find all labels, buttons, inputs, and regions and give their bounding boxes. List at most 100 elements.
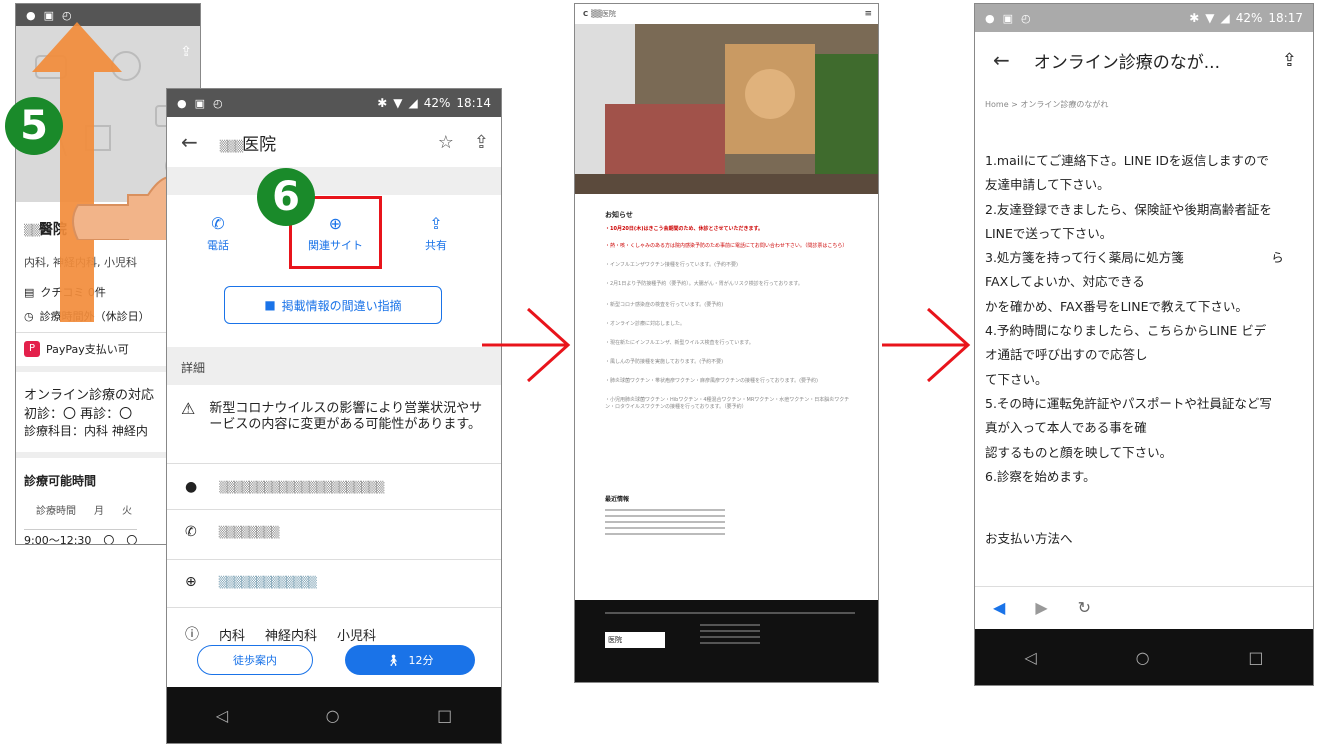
news-item-blurred[interactable]: ・2月1日より予防接種予約（要予約）。大腸がん・胃がんリスク検診を行っております… [605, 281, 855, 288]
tags-row: ⓘ 内科 神経内科 小児科 [185, 624, 376, 644]
site-header: C ▒▒医院 ≡ [575, 4, 878, 24]
hours-title: 診療可能時間 [24, 474, 97, 488]
location-icon: ● [26, 8, 36, 22]
instruction-line: 4.予約時間になりましたら、こちらからLINE ビデ [985, 323, 1267, 339]
action-label: 共有 [425, 239, 447, 252]
recent-item[interactable] [605, 515, 725, 517]
status-bar: ● ▣ ◴ ✱ ▼ ◢ 42% 18:14 [167, 89, 501, 117]
news-item[interactable]: ・10月20日(木)はきこう会期間のため、休診とさせていただきます。 [605, 226, 855, 233]
clock-icon: ◴ [62, 8, 72, 22]
step-5-badge: 5 [5, 97, 63, 155]
bluetooth-icon: ✱ [377, 96, 388, 110]
payment-link[interactable]: お支払い方法へ [985, 528, 1073, 547]
call-action[interactable]: ✆ 電話 [207, 214, 229, 253]
location-icon: ● [985, 11, 995, 25]
nav-back-icon[interactable]: ◁ [1024, 648, 1036, 667]
arrow-right-2 [882, 307, 971, 383]
recent-item[interactable] [605, 509, 725, 511]
walk-time-button[interactable]: 🚶︎ 12分 [345, 645, 475, 675]
website-action[interactable]: ⊕ 関連サイト [299, 214, 372, 253]
news-item[interactable]: ・風しんの予防接種を実施しております。(予約不要) [605, 359, 855, 366]
nav-recents-icon[interactable]: □ [437, 706, 452, 725]
walk-button[interactable]: 徒歩案内 [197, 645, 313, 675]
table-cell: 9:00〜12:30 [24, 534, 92, 545]
share-action[interactable]: ⇪ 共有 [425, 214, 447, 253]
wifi-icon: ▼ [1205, 11, 1215, 25]
back-arrow-icon[interactable]: ← [181, 130, 198, 154]
battery-text: 42% [423, 96, 451, 110]
online-title: オンライン診療の対応 [24, 388, 155, 403]
recent-item[interactable] [605, 533, 725, 535]
warning-icon: ⚠ [181, 399, 196, 418]
news-item[interactable]: ・新型コロナ感染症の検査を行っています。(要予約) [605, 302, 855, 309]
share-icon[interactable]: ⇪ [180, 44, 192, 60]
blurred-phone: ▒▒▒▒▒▒▒▒ [218, 525, 280, 539]
location-icon: ● [177, 96, 187, 110]
recent-item[interactable] [605, 527, 725, 529]
blurred-url: ▒▒▒▒▒▒▒▒▒▒▒▒▒ [218, 575, 317, 589]
instruction-line: 5.その時に運転免許証やパスポートや社員証など写 [985, 395, 1272, 411]
online-consultation-screen: ● ▣ ◴ ✱ ▼ ◢ 42% 18:17 ← オンライン診療のなが... ⇪ Home >… [974, 3, 1314, 686]
divider [167, 167, 501, 195]
divider [167, 559, 501, 560]
news-item[interactable]: ・肺炎球菌ワクチン・帯状疱疹ワクチン・麻疹風疹ワクチンの接種を行っております。(… [605, 378, 855, 385]
breadcrumb[interactable]: Home > オンライン診療のながれ [985, 99, 1108, 110]
site-logo-icon: C [583, 10, 589, 18]
instruction-line: FAXしてよいか、対応できる [985, 274, 1145, 290]
share-icon[interactable]: ⇪ [1282, 50, 1297, 71]
news-item[interactable]: ・オンライン診療に対応しました。 [605, 321, 855, 328]
divider [167, 607, 501, 608]
footer-links[interactable] [605, 612, 855, 614]
info-icon: ⓘ [185, 627, 199, 643]
back-arrow-icon[interactable]: ← [993, 48, 1010, 72]
instruction-line: 2.友達登録できましたら、保険証や後期高齢者証を [985, 201, 1272, 217]
nav-back-icon[interactable]: ◁ [216, 706, 228, 725]
report-error-button[interactable]: ■ 掲載情報の間違い指摘 [224, 286, 442, 324]
news-item-blurred[interactable]: ・熱・咳・くしゃみのある方は院内感染予防のため事前に電話にてお問い合わせ下さい。… [605, 243, 855, 250]
news-item-blurred[interactable]: ・小児用肺炎球菌ワクチン・Hibワクチン・4種混合ワクチン・MRワクチン・水痘ワ… [605, 397, 855, 411]
reload-icon[interactable]: ↻ [1078, 598, 1091, 617]
menu-icon[interactable]: ≡ [864, 9, 872, 19]
news-item[interactable]: ・現在新たにインフルエンザ、新型ウイルス検査を行っています。 [605, 340, 855, 347]
browser-back-icon[interactable]: ◀ [993, 598, 1005, 617]
maps-detail-screen: ● ▣ ◴ ✱ ▼ ◢ 42% 18:14 ← ▒▒▒医院 ☆ ⇪ ✆ 電話 ⊕ 関連サイト ⇪… [166, 88, 502, 744]
url-row[interactable]: ⊕ ▒▒▒▒▒▒▒▒▒▒▒▒▒ [185, 574, 317, 590]
browser-forward-icon[interactable]: ▶ [1035, 598, 1047, 617]
blurred-name: ▒▒▒ [219, 139, 243, 153]
news-item[interactable]: ・インフルエンザワクチン接種を行っています。(予約不要) [605, 262, 855, 269]
image-icon: ▣ [1002, 11, 1014, 25]
signal-icon: ◢ [1220, 11, 1230, 25]
table-header: 火 [122, 506, 132, 517]
star-icon[interactable]: ☆ [438, 132, 454, 153]
instruction-line: 1.mailにてご連絡下さ。LINE IDを返信しますので [985, 153, 1269, 168]
arrow-right-1 [482, 307, 571, 383]
recent-heading: 最近情報 [605, 496, 630, 503]
nav-home-icon[interactable]: ○ [326, 706, 340, 725]
nav-recents-icon[interactable]: □ [1248, 648, 1263, 667]
image-icon: ▣ [194, 96, 206, 110]
clock-icon: ◴ [213, 96, 223, 110]
recent-list [605, 509, 725, 539]
page-title: オンライン診療のなが... [1033, 52, 1220, 73]
instruction-line: 3.処方箋を持って行く薬局に処方箋 ら [985, 250, 1284, 266]
phone-row[interactable]: ✆ ▒▒▒▒▒▒▒▒ [185, 524, 280, 540]
share-icon: ⇪ [429, 214, 443, 233]
android-nav-bar: ◁ ○ □ [167, 687, 501, 743]
table-header: 月 [94, 506, 104, 517]
divider [975, 586, 1313, 587]
share-icon[interactable]: ⇪ [474, 132, 489, 153]
wifi-icon: ▼ [393, 96, 403, 110]
divider [167, 509, 501, 510]
recent-item[interactable] [605, 521, 725, 523]
covid-notice-text: 新型コロナウイルスの影響により営業状況やサービスの内容に変更がある可能性がありま… [209, 401, 483, 432]
place-title: ▒▒▒医院 [219, 134, 277, 155]
phone-icon: ✆ [185, 524, 197, 540]
nav-home-icon[interactable]: ○ [1136, 648, 1150, 667]
address-row[interactable]: ● ▒▒▒▒▒▒▒▒▒▒▒▒▒▒▒▒▒▒▒▒▒▒ [185, 479, 384, 495]
report-label: 掲載情報の間違い指摘 [281, 298, 402, 313]
online-line-1: 初診：〇 再診：〇 [24, 407, 133, 422]
covid-notice: ⚠ 新型コロナウイルスの影響により営業状況やサービスの内容に変更がある可能性があ… [181, 401, 491, 433]
table-cell: 〇 [103, 534, 115, 545]
paypay-icon: P [24, 341, 40, 357]
tag: 内科 [219, 628, 246, 644]
